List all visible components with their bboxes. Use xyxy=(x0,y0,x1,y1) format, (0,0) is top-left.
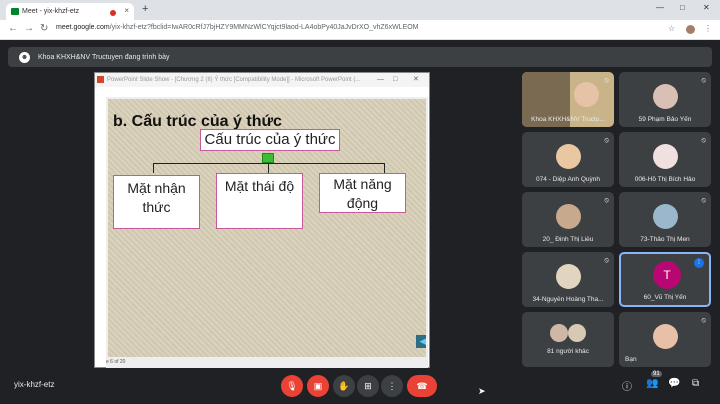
participant-tile[interactable]: ⦸ 34-Nguyễn Hoàng Tha... xyxy=(522,252,614,307)
participant-tile[interactable]: ⦸ 006-Hồ Thị Bích Hảo xyxy=(619,132,711,187)
connector-left xyxy=(153,163,154,173)
forward-button[interactable]: → xyxy=(24,23,34,34)
ppt-maximize-button: □ xyxy=(393,76,398,83)
mic-off-icon: ⦸ xyxy=(701,137,706,144)
reload-button[interactable]: ↻ xyxy=(40,23,48,34)
others-count: 81 người khác xyxy=(547,348,589,355)
participant-name: 074 - Diệp Anh Quỳnh xyxy=(536,176,600,183)
avatar xyxy=(653,324,678,349)
profile-avatar[interactable] xyxy=(686,25,695,34)
camera-off-button[interactable]: ▣ xyxy=(307,375,329,397)
participant-tile[interactable]: ⦸ 20_ Đinh Thị Liễu xyxy=(522,192,614,247)
avatar xyxy=(556,144,581,169)
tab-title: Meet - yix-khzf-etz xyxy=(22,8,80,15)
participant-name: 34-Nguyễn Hoàng Tha... xyxy=(532,296,604,303)
bookmark-star-icon[interactable]: ☆ xyxy=(668,24,675,33)
avatar xyxy=(556,264,581,289)
center-box: Cấu trúc của ý thức xyxy=(200,129,340,151)
ppt-close-button: ✕ xyxy=(413,76,419,83)
recording-dot-icon xyxy=(110,10,116,16)
mic-off-icon: ⦸ xyxy=(604,197,609,204)
browser-toolbar: ← → ↻ meet.google.com/yix-khzf-etz?fbcli… xyxy=(0,20,720,40)
initial-avatar: T xyxy=(653,261,681,289)
present-icon: ☻ xyxy=(19,52,30,63)
box-thai-do: Mặt thái độ xyxy=(216,173,303,229)
raise-hand-button[interactable]: ✋ xyxy=(333,375,355,397)
avatar xyxy=(556,204,581,229)
avatar xyxy=(574,82,599,107)
avatar xyxy=(653,144,678,169)
box-nang-dong: Mặt năng động xyxy=(319,173,406,213)
others-tile[interactable]: 81 người khác xyxy=(522,312,614,367)
meeting-code: yix-khzf-etz xyxy=(14,380,55,389)
speaking-indicator-icon: ⁞ xyxy=(694,258,704,268)
banner-text: Khoa KHXH&NV Tructuyen đang trình bày xyxy=(38,53,170,61)
hang-up-button[interactable]: ☎ xyxy=(407,375,437,397)
box-nhan-thuc: Mặt nhận thức xyxy=(113,175,200,229)
participant-name: 59 Phạm Bảo Yến xyxy=(638,116,692,123)
ppt-titlebar: PowerPoint Slide Show - [Chương 2 (II) Ý… xyxy=(95,73,429,87)
back-button[interactable]: ← xyxy=(8,23,18,34)
mic-off-icon: ⦸ xyxy=(701,77,706,84)
avatar xyxy=(653,204,678,229)
minimize-button[interactable]: — xyxy=(656,3,664,12)
info-icon[interactable]: ⓘ xyxy=(622,378,632,393)
ppt-status-bar: e 6 of 20 xyxy=(106,359,428,368)
browser-menu-icon[interactable]: ⋮ xyxy=(704,24,712,33)
connector-middle xyxy=(268,163,269,173)
present-button[interactable]: ⊞ xyxy=(357,375,379,397)
green-arrow-icon xyxy=(262,153,274,163)
self-tile[interactable]: ⦸ Bạn xyxy=(619,312,711,367)
participant-tile[interactable]: ⦸ 59 Phạm Bảo Yến xyxy=(619,72,711,127)
participant-name: Khoa KHXH&NV Tructu... xyxy=(531,116,605,123)
people-count-badge: 91 xyxy=(651,371,662,377)
meet-control-bar: yix-khzf-etz 🎙 ▣ ✋ ⊞ ⋮ ☎ ⓘ 91 👥 💬 ⧉ xyxy=(0,368,720,404)
participant-name: Bạn xyxy=(625,356,637,363)
mic-off-icon: ⦸ xyxy=(701,317,706,324)
avatar xyxy=(550,324,568,342)
participant-tile[interactable]: ⦸ Khoa KHXH&NV Tructu... xyxy=(522,72,614,127)
close-window-button[interactable]: ✕ xyxy=(703,3,710,12)
connector-horizontal xyxy=(153,163,385,164)
browser-tabstrip: Meet - yix-khzf-etz × + — □ ✕ xyxy=(0,0,720,20)
activities-icon[interactable]: ⧉ xyxy=(692,378,699,389)
url-path: /yix-khzf-etz?fbclid=IwAR0cRfJ7bjHZY9MMN… xyxy=(109,24,419,31)
participant-tile-speaking[interactable]: T ⁞ 60_Vũ Thị Yến xyxy=(619,252,711,307)
slide: b. Cấu trúc của ý thức Cấu trúc của ý th… xyxy=(106,97,428,359)
slide-nav-arrow-icon: ◀ xyxy=(416,335,426,348)
mic-off-icon: ⦸ xyxy=(604,77,609,84)
connector-right xyxy=(384,163,385,173)
mouse-cursor-icon: ➤ xyxy=(478,386,486,396)
participant-name: 20_ Đinh Thị Liễu xyxy=(542,236,594,243)
avatar xyxy=(568,324,586,342)
chat-icon[interactable]: 💬 xyxy=(668,378,680,389)
mic-off-icon: ⦸ xyxy=(701,197,706,204)
participant-tile[interactable]: ⦸ 074 - Diệp Anh Quỳnh xyxy=(522,132,614,187)
presenting-banner: ☻ Khoa KHXH&NV Tructuyen đang trình bày xyxy=(8,47,712,67)
shared-screen: PowerPoint Slide Show - [Chương 2 (II) Ý… xyxy=(94,72,430,368)
more-options-button[interactable]: ⋮ xyxy=(381,375,403,397)
ppt-minimize-button: — xyxy=(377,76,384,83)
mic-off-icon: ⦸ xyxy=(604,257,609,264)
participant-name: 006-Hồ Thị Bích Hảo xyxy=(634,176,696,183)
tab-meet[interactable]: Meet - yix-khzf-etz × xyxy=(6,3,134,20)
mic-off-button[interactable]: 🎙 xyxy=(281,375,303,397)
powerpoint-icon xyxy=(97,76,104,83)
address-bar[interactable]: meet.google.com/yix-khzf-etz?fbclid=IwAR… xyxy=(56,24,419,31)
maximize-button[interactable]: □ xyxy=(680,3,685,12)
url-host: meet.google.com xyxy=(56,24,110,31)
slide-counter: e 6 of 20 xyxy=(106,359,126,365)
mic-off-icon: ⦸ xyxy=(604,137,609,144)
participant-tile[interactable]: ⦸ 73-Thảo Thị Men xyxy=(619,192,711,247)
meet-favicon-icon xyxy=(11,8,19,15)
participant-name: 60_Vũ Thị Yến xyxy=(643,294,687,301)
participant-name: 73-Thảo Thị Men xyxy=(640,236,690,243)
new-tab-button[interactable]: + xyxy=(142,3,148,15)
ppt-window-title: PowerPoint Slide Show - [Chương 2 (II) Ý… xyxy=(107,77,361,83)
tab-close-button[interactable]: × xyxy=(124,6,129,15)
people-icon[interactable]: 👥 xyxy=(646,378,658,389)
avatar xyxy=(653,84,678,109)
